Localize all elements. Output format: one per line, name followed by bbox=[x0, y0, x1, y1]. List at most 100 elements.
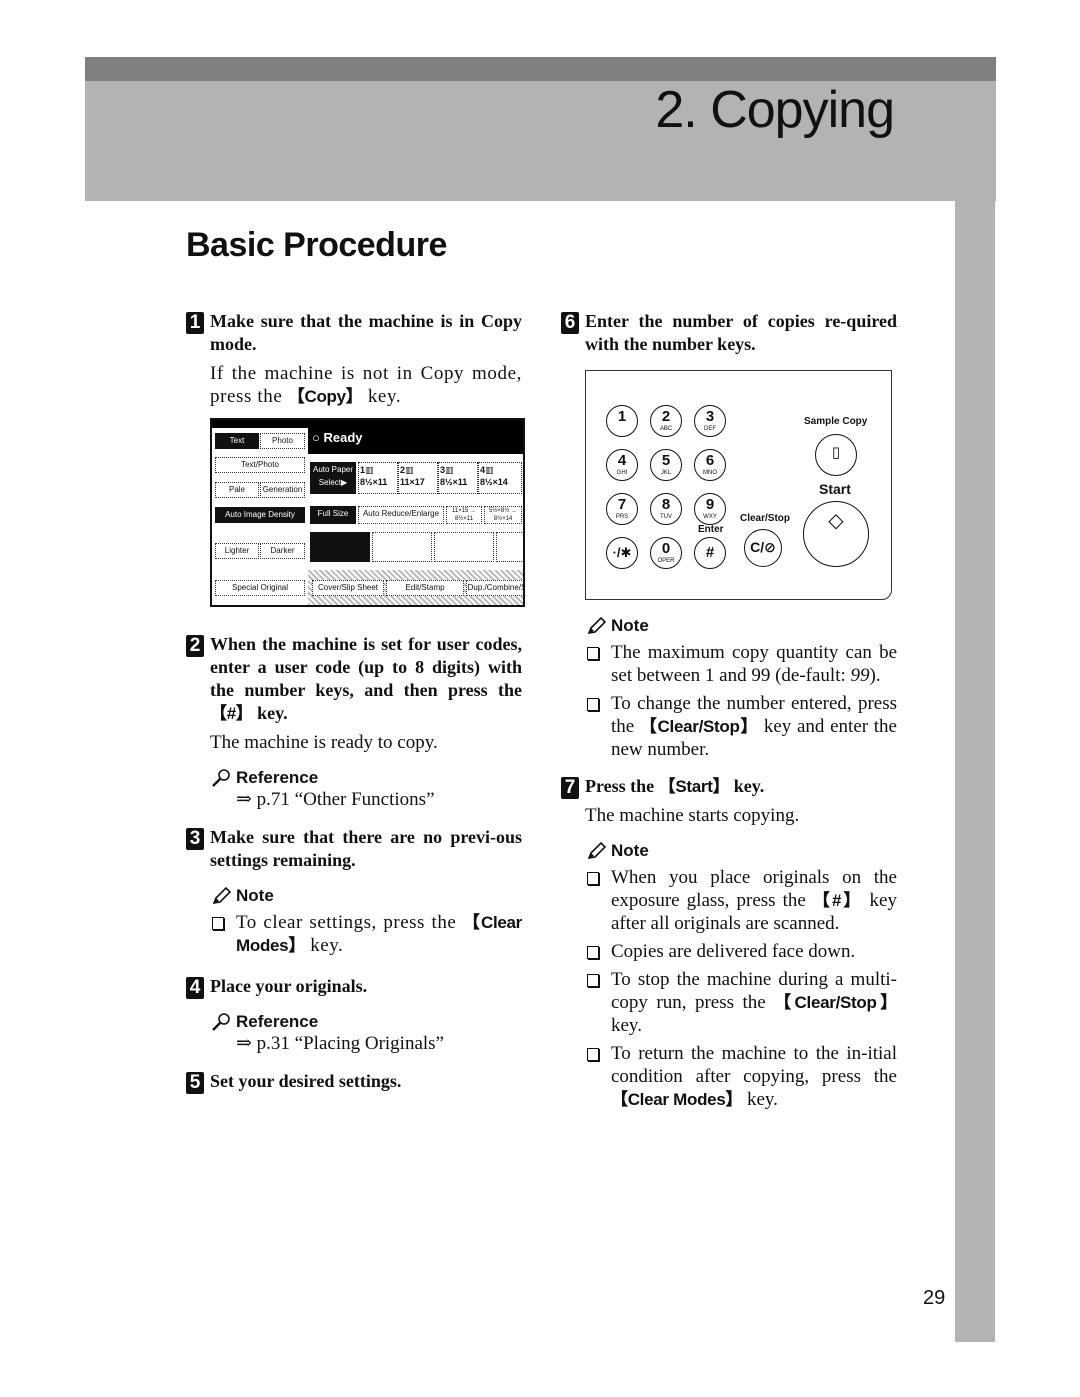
side-thumb-tab bbox=[955, 201, 995, 1342]
text-photo-button: Text/Photo bbox=[215, 457, 305, 473]
reference-link-placing-originals[interactable]: ⇒ p.31 “Placing Originals” bbox=[210, 1032, 522, 1056]
note-item: Copies are delivered face down. bbox=[585, 940, 897, 963]
key-digit: 1 bbox=[617, 408, 627, 425]
text-mode-button: Text bbox=[215, 433, 259, 449]
full-size-button: Full Size bbox=[310, 506, 356, 524]
edit-stamp-tab: Edit/Stamp bbox=[386, 580, 464, 596]
reference-label: Reference bbox=[236, 768, 319, 787]
step-5: 5 Set your desired settings. bbox=[186, 1070, 522, 1094]
hash-key-label: 【#】 bbox=[812, 891, 863, 910]
lighter-button: Lighter bbox=[215, 543, 259, 559]
tray-num: 2 bbox=[400, 465, 406, 475]
step-number: 3 bbox=[186, 828, 204, 850]
darker-button: Darker bbox=[260, 543, 305, 559]
pencil-icon bbox=[587, 841, 607, 860]
key-letters: OPER bbox=[657, 558, 675, 564]
clear-stop-key-label: 【Clear/Stop】 bbox=[774, 993, 897, 1012]
note-text: To return the machine to the in-itial co… bbox=[611, 1043, 897, 1087]
chapter-title: 2. Copying bbox=[655, 81, 895, 139]
auto-image-density-button: Auto Image Density bbox=[215, 507, 305, 523]
step-heading: Enter the number of copies re-quired wit… bbox=[585, 311, 897, 354]
special-original-button: Special Original bbox=[215, 580, 305, 596]
note-heading: Note bbox=[210, 886, 522, 906]
clear-modes-key-label: 【Clear Modes】 bbox=[611, 1090, 743, 1109]
key-digit: # bbox=[705, 544, 715, 561]
reference-link-other-functions[interactable]: ⇒ p.71 “Other Functions” bbox=[210, 788, 522, 812]
key-digit: 0 bbox=[661, 540, 671, 557]
generation-button: Generation bbox=[260, 482, 305, 498]
key-letters: TUV bbox=[660, 514, 672, 520]
step-4: 4 Place your originals. Reference ⇒ p.31… bbox=[186, 975, 522, 1056]
keypad-illustration: 1 2 ABC 3 DEF 4 GHI 5 JKL 6 MNO 7 PRS 8 TUV 9 WX… bbox=[585, 370, 892, 600]
clear-stop-key-label: 【Clear/Stop】 bbox=[639, 717, 759, 736]
tray-size: 8½×14 bbox=[480, 477, 508, 487]
step-number: 2 bbox=[186, 635, 204, 657]
tray-num: 1 bbox=[360, 465, 366, 475]
note-item: To clear settings, press the 【Clear Mode… bbox=[210, 911, 522, 957]
auto-reduce-enlarge-button: Auto Reduce/Enlarge bbox=[358, 506, 444, 524]
step-body: If the machine is not in Copy mode, pres… bbox=[210, 362, 522, 408]
ratio-preset-1: 11×15 → 8½×11 bbox=[446, 506, 482, 524]
reference-heading: Reference bbox=[210, 768, 522, 788]
key-digit: 3 bbox=[705, 408, 715, 425]
step-7: 7 Press the 【Start】 key. The machine sta… bbox=[561, 775, 897, 1111]
key-digit: 8 bbox=[661, 496, 671, 513]
step-heading: Press the 【Start】 key. bbox=[585, 775, 897, 798]
pencil-icon bbox=[212, 886, 232, 905]
key-star: ·/✱ bbox=[606, 537, 638, 569]
copy-key-label: 【Copy】 bbox=[287, 387, 363, 406]
key-letters: ABC bbox=[659, 426, 673, 432]
reference-heading: Reference bbox=[210, 1012, 522, 1032]
note-item: To return the machine to the in-itial co… bbox=[585, 1042, 897, 1111]
start-glyph: ◇ bbox=[828, 510, 844, 532]
step-3: 3 Make sure that there are no previ-ous … bbox=[186, 826, 522, 957]
step-6-notes: Note The maximum copy quantity can be se… bbox=[561, 616, 897, 761]
duplex-mode-4 bbox=[496, 532, 523, 562]
key-digit: 5 bbox=[661, 452, 671, 469]
key-letters: MNO bbox=[703, 470, 717, 476]
note-text: key. bbox=[305, 935, 344, 956]
key-8: 8 TUV bbox=[650, 493, 682, 525]
note-item: To stop the machine during a multi-copy … bbox=[585, 968, 897, 1037]
key-1: 1 bbox=[606, 405, 638, 437]
note-item: The maximum copy quantity can be set bet… bbox=[585, 641, 897, 687]
start-key-label: 【Start】 bbox=[658, 777, 730, 796]
pale-button: Pale bbox=[215, 482, 259, 498]
start-label: Start bbox=[819, 481, 851, 497]
key-digit: ·/✱ bbox=[612, 545, 632, 560]
step-heading: Place your originals. bbox=[210, 976, 368, 996]
key-letters: DEF bbox=[704, 426, 716, 432]
note-heading: Note bbox=[585, 841, 897, 861]
tray-num: 3 bbox=[440, 465, 446, 475]
tray-4: 4▥ 8½×14 bbox=[478, 462, 522, 494]
note-text: key. bbox=[742, 1089, 778, 1110]
key-6: 6 MNO bbox=[694, 449, 726, 481]
tray-1: 1▥ 8½×11 bbox=[358, 462, 398, 494]
key-digit: 6 bbox=[705, 452, 715, 469]
key-5: 5 JKL bbox=[650, 449, 682, 481]
note-italic: 99 bbox=[850, 665, 870, 686]
key-letters: PRS bbox=[615, 514, 629, 520]
touch-panel-illustration: ○ Ready Text Photo Text/Photo Pale Gener… bbox=[210, 418, 525, 607]
key-digit: 7 bbox=[617, 496, 627, 513]
reference-label: Reference bbox=[236, 1012, 319, 1031]
section-title: Basic Procedure bbox=[186, 226, 447, 264]
auto-paper-select-button: Auto Paper Select▶ bbox=[310, 462, 356, 494]
step-number: 4 bbox=[186, 977, 204, 999]
note-label: Note bbox=[236, 886, 274, 905]
key-digit: 9 bbox=[705, 496, 715, 513]
note-text: To clear settings, press the bbox=[236, 912, 463, 933]
heading-text: key. bbox=[252, 703, 288, 723]
tray-size: 8½×11 bbox=[440, 477, 468, 487]
status-text: Ready bbox=[323, 430, 363, 445]
key-2: 2 ABC bbox=[650, 405, 682, 437]
ratio-preset-2: 5½×8½ → 8½×14 bbox=[484, 506, 522, 524]
duplex-mode-1 bbox=[310, 532, 370, 562]
panel-topbar bbox=[212, 420, 523, 428]
sample-copy-label: Sample Copy bbox=[804, 416, 868, 427]
key-3: 3 DEF bbox=[694, 405, 726, 437]
enter-label: Enter bbox=[698, 524, 724, 535]
step-number: 7 bbox=[561, 777, 579, 799]
cover-slip-sheet-tab: Cover/Slip Sheet bbox=[312, 580, 384, 596]
step-body: The machine starts copying. bbox=[585, 805, 800, 826]
